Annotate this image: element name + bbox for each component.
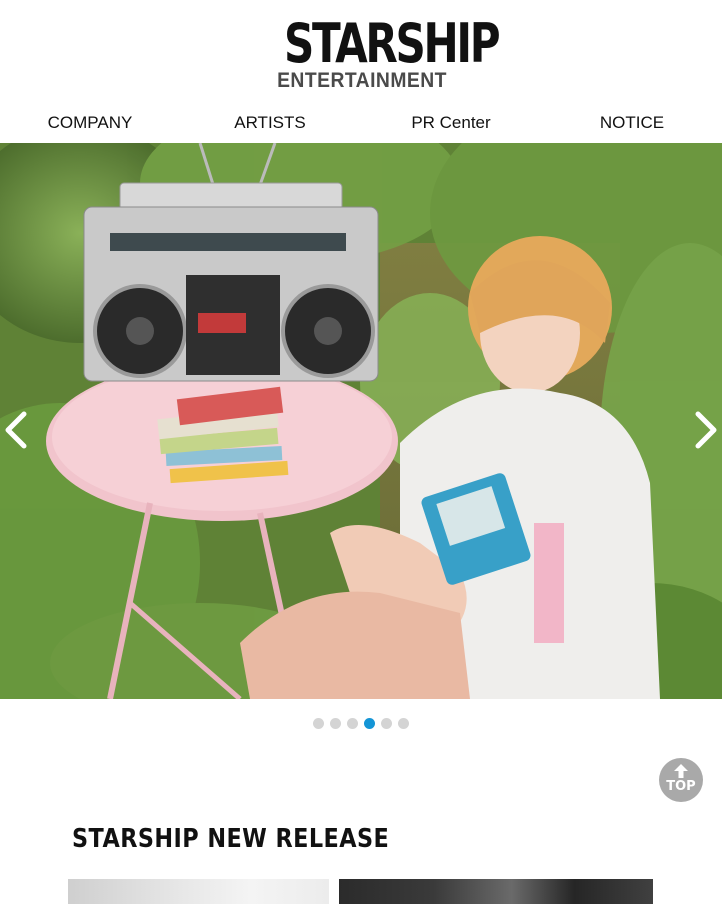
release-thumbnail[interactable] bbox=[68, 879, 329, 904]
main-nav: COMPANY ARTISTS PR Center NOTICE bbox=[0, 108, 722, 140]
chevron-right-icon bbox=[695, 411, 717, 449]
scroll-top-label: TOP bbox=[666, 779, 696, 794]
pagination-dot[interactable] bbox=[330, 718, 341, 729]
pagination-dot[interactable] bbox=[347, 718, 358, 729]
pagination-dot[interactable] bbox=[381, 718, 392, 729]
nav-item-notice[interactable]: NOTICE bbox=[542, 108, 722, 138]
starship-logo[interactable]: STARSHIP ENTERTAINMENT bbox=[262, 12, 501, 94]
new-release-title: STARSHIP NEW RELEASE bbox=[72, 824, 390, 854]
site-header: STARSHIP ENTERTAINMENT bbox=[0, 0, 722, 100]
hero-slide-image bbox=[0, 143, 722, 699]
pagination-dot[interactable] bbox=[313, 718, 324, 729]
pagination-dot-active[interactable] bbox=[364, 718, 375, 729]
logo-sub-text: ENTERTAINMENT bbox=[277, 69, 447, 92]
logo-main-text: STARSHIP bbox=[284, 12, 501, 75]
scroll-top-button[interactable]: TOP bbox=[659, 758, 703, 802]
release-thumbnail[interactable] bbox=[339, 879, 653, 904]
hero-next-arrow[interactable] bbox=[686, 408, 722, 452]
chevron-left-icon bbox=[5, 411, 27, 449]
nav-item-artists[interactable]: ARTISTS bbox=[180, 108, 360, 138]
arrow-up-icon bbox=[674, 764, 688, 778]
pagination-dot[interactable] bbox=[398, 718, 409, 729]
nav-item-company[interactable]: COMPANY bbox=[0, 108, 180, 138]
hero-slider bbox=[0, 143, 722, 699]
hero-prev-arrow[interactable] bbox=[0, 408, 36, 452]
nav-item-pr-center[interactable]: PR Center bbox=[361, 108, 541, 138]
hero-pagination bbox=[0, 718, 722, 732]
